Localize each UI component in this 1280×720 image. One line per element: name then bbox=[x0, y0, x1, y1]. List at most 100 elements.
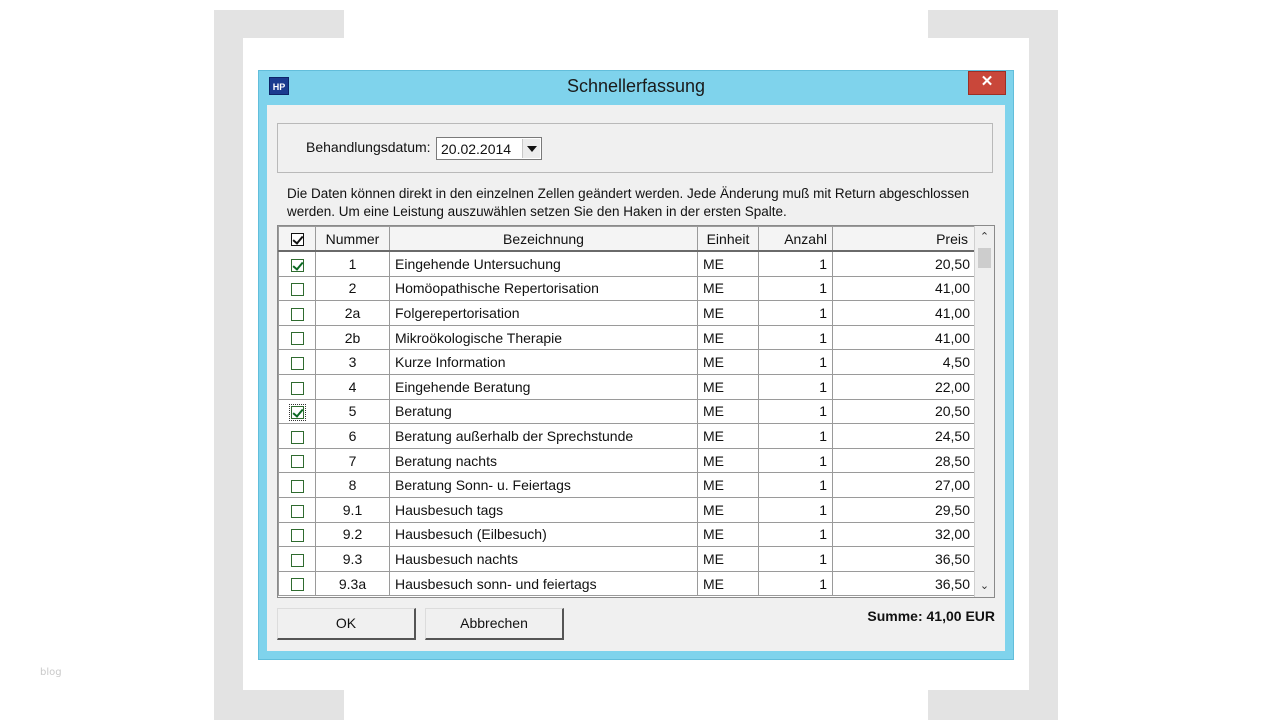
row-checkbox[interactable] bbox=[290, 430, 304, 444]
cell-nummer[interactable]: 2b bbox=[315, 324, 390, 351]
row-select-cell[interactable] bbox=[278, 472, 316, 498]
cell-nummer[interactable]: 3 bbox=[315, 349, 390, 375]
cell-bezeichnung[interactable]: Folgerepertorisation bbox=[389, 300, 698, 326]
cell-preis[interactable]: 36,50 bbox=[832, 570, 976, 597]
table-row[interactable]: 3 Kurze Information ME 1 4,50 bbox=[278, 349, 976, 375]
cell-anzahl[interactable]: 1 bbox=[758, 349, 833, 375]
column-header-anzahl[interactable]: Anzahl bbox=[758, 226, 833, 252]
cell-nummer[interactable]: 9.3 bbox=[315, 546, 390, 572]
select-all-checkbox[interactable] bbox=[290, 233, 304, 247]
cell-anzahl[interactable]: 1 bbox=[758, 300, 833, 326]
cell-nummer[interactable]: 4 bbox=[315, 373, 390, 400]
chevron-down-icon[interactable] bbox=[522, 139, 540, 158]
row-checkbox[interactable] bbox=[290, 553, 304, 567]
cell-bezeichnung[interactable]: Hausbesuch sonn- und feiertags bbox=[389, 570, 698, 597]
row-checkbox[interactable] bbox=[290, 356, 304, 370]
row-select-cell[interactable] bbox=[278, 496, 316, 523]
cell-anzahl[interactable]: 1 bbox=[758, 496, 833, 523]
row-select-cell[interactable] bbox=[278, 570, 316, 597]
cell-bezeichnung[interactable]: Eingehende Untersuchung bbox=[389, 250, 698, 277]
row-checkbox[interactable] bbox=[290, 504, 304, 518]
table-row[interactable]: 5 Beratung ME 1 20,50 bbox=[278, 398, 976, 425]
cell-bezeichnung[interactable]: Beratung außerhalb der Sprechstunde bbox=[389, 423, 698, 449]
cell-preis[interactable]: 4,50 bbox=[832, 349, 976, 375]
cell-preis[interactable]: 28,50 bbox=[832, 447, 976, 474]
cell-nummer[interactable]: 5 bbox=[315, 398, 390, 425]
header-select-all[interactable] bbox=[278, 226, 316, 252]
row-select-cell[interactable] bbox=[278, 275, 316, 302]
row-select-cell[interactable] bbox=[278, 250, 316, 277]
table-row[interactable]: 4 Eingehende Beratung ME 1 22,00 bbox=[278, 373, 976, 400]
column-header-preis[interactable]: Preis bbox=[832, 226, 976, 252]
column-header-nummer[interactable]: Nummer bbox=[315, 226, 390, 252]
cell-bezeichnung[interactable]: Hausbesuch nachts bbox=[389, 546, 698, 572]
column-header-bezeichnung[interactable]: Bezeichnung bbox=[389, 226, 698, 252]
cell-bezeichnung[interactable]: Beratung bbox=[389, 398, 698, 425]
row-checkbox[interactable] bbox=[290, 578, 304, 592]
cell-nummer[interactable]: 7 bbox=[315, 447, 390, 474]
scroll-thumb[interactable] bbox=[978, 248, 991, 268]
cell-nummer[interactable]: 9.2 bbox=[315, 521, 390, 548]
cell-preis[interactable]: 20,50 bbox=[832, 398, 976, 425]
cell-nummer[interactable]: 9.3a bbox=[315, 570, 390, 597]
cell-nummer[interactable]: 9.1 bbox=[315, 496, 390, 523]
table-row[interactable]: 2b Mikroökologische Therapie ME 1 41,00 bbox=[278, 324, 976, 351]
cell-nummer[interactable]: 6 bbox=[315, 423, 390, 449]
cell-preis[interactable]: 27,00 bbox=[832, 472, 976, 498]
cell-anzahl[interactable]: 1 bbox=[758, 275, 833, 302]
cell-preis[interactable]: 32,00 bbox=[832, 521, 976, 548]
cell-preis[interactable]: 24,50 bbox=[832, 423, 976, 449]
row-select-cell[interactable] bbox=[278, 324, 316, 351]
cell-bezeichnung[interactable]: Beratung nachts bbox=[389, 447, 698, 474]
table-row[interactable]: 2 Homöopathische Repertorisation ME 1 41,00 bbox=[278, 275, 976, 302]
scroll-down-icon[interactable]: ⌄ bbox=[975, 577, 994, 595]
cell-einheit[interactable]: ME bbox=[697, 423, 759, 449]
row-select-cell[interactable] bbox=[278, 521, 316, 548]
row-checkbox[interactable] bbox=[288, 404, 306, 422]
cell-anzahl[interactable]: 1 bbox=[758, 546, 833, 572]
table-row[interactable]: 8 Beratung Sonn- u. Feiertags ME 1 27,00 bbox=[278, 472, 976, 498]
cell-bezeichnung[interactable]: Hausbesuch (Eilbesuch) bbox=[389, 521, 698, 548]
cell-einheit[interactable]: ME bbox=[697, 373, 759, 400]
cell-nummer[interactable]: 2a bbox=[315, 300, 390, 326]
cell-anzahl[interactable]: 1 bbox=[758, 250, 833, 277]
cell-anzahl[interactable]: 1 bbox=[758, 447, 833, 474]
cell-einheit[interactable]: ME bbox=[697, 275, 759, 302]
row-checkbox[interactable] bbox=[290, 381, 304, 395]
cell-bezeichnung[interactable]: Kurze Information bbox=[389, 349, 698, 375]
date-picker[interactable]: 20.02.2014 bbox=[436, 137, 542, 160]
row-select-cell[interactable] bbox=[278, 398, 316, 425]
row-checkbox[interactable] bbox=[290, 332, 304, 346]
row-checkbox[interactable] bbox=[290, 307, 304, 321]
table-row[interactable]: 7 Beratung nachts ME 1 28,50 bbox=[278, 447, 976, 474]
table-row[interactable]: 9.2 Hausbesuch (Eilbesuch) ME 1 32,00 bbox=[278, 521, 976, 548]
row-checkbox[interactable] bbox=[290, 258, 304, 272]
close-button[interactable]: ✕ bbox=[968, 71, 1006, 95]
cell-nummer[interactable]: 8 bbox=[315, 472, 390, 498]
cell-einheit[interactable]: ME bbox=[697, 447, 759, 474]
column-header-einheit[interactable]: Einheit bbox=[697, 226, 759, 252]
scroll-up-icon[interactable]: ⌃ bbox=[975, 228, 994, 246]
row-select-cell[interactable] bbox=[278, 447, 316, 474]
cell-einheit[interactable]: ME bbox=[697, 546, 759, 572]
row-checkbox[interactable] bbox=[290, 455, 304, 469]
cell-bezeichnung[interactable]: Mikroökologische Therapie bbox=[389, 324, 698, 351]
cell-anzahl[interactable]: 1 bbox=[758, 324, 833, 351]
table-row[interactable]: 9.1 Hausbesuch tags ME 1 29,50 bbox=[278, 496, 976, 523]
table-row[interactable]: 2a Folgerepertorisation ME 1 41,00 bbox=[278, 300, 976, 326]
cell-anzahl[interactable]: 1 bbox=[758, 423, 833, 449]
cell-preis[interactable]: 41,00 bbox=[832, 324, 976, 351]
row-select-cell[interactable] bbox=[278, 349, 316, 375]
cell-preis[interactable]: 41,00 bbox=[832, 275, 976, 302]
cell-einheit[interactable]: ME bbox=[697, 496, 759, 523]
cancel-button[interactable]: Abbrechen bbox=[425, 608, 564, 640]
cell-bezeichnung[interactable]: Homöopathische Repertorisation bbox=[389, 275, 698, 302]
vertical-scrollbar[interactable]: ⌃ ⌄ bbox=[974, 226, 994, 597]
cell-einheit[interactable]: ME bbox=[697, 250, 759, 277]
row-select-cell[interactable] bbox=[278, 423, 316, 449]
table-row[interactable]: 9.3a Hausbesuch sonn- und feiertags ME 1 36,… bbox=[278, 570, 976, 597]
title-bar[interactable]: HP Schnellerfassung ✕ bbox=[259, 71, 1013, 105]
cell-einheit[interactable]: ME bbox=[697, 472, 759, 498]
cell-anzahl[interactable]: 1 bbox=[758, 373, 833, 400]
cell-bezeichnung[interactable]: Eingehende Beratung bbox=[389, 373, 698, 400]
